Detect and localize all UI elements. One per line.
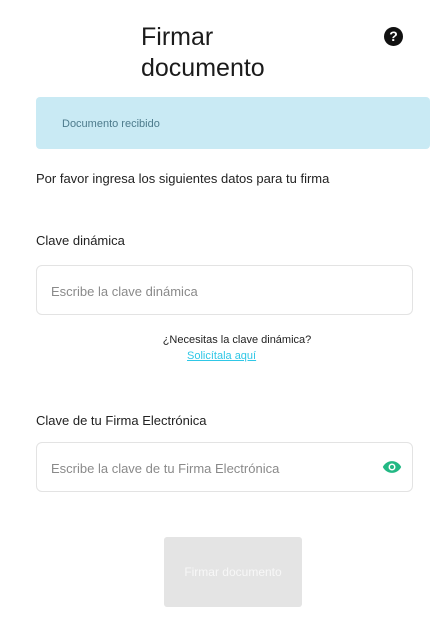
sign-document-button[interactable]: Firmar documento bbox=[164, 537, 302, 607]
intro-text: Por favor ingresa los siguientes datos p… bbox=[36, 171, 330, 186]
request-key-link[interactable]: Solicítala aquí bbox=[187, 350, 256, 362]
dynamic-key-input[interactable] bbox=[49, 266, 373, 316]
dynamic-key-help: ¿Necesitas la clave dinámica? bbox=[162, 334, 312, 346]
signature-key-label: Clave de tu Firma Electrónica bbox=[36, 413, 207, 428]
question-circle-icon[interactable]: ? bbox=[384, 27, 403, 46]
dynamic-key-label: Clave dinámica bbox=[36, 233, 125, 248]
dynamic-key-field[interactable] bbox=[36, 265, 413, 316]
signature-key-field[interactable] bbox=[36, 442, 413, 493]
eye-icon[interactable] bbox=[382, 458, 402, 476]
page-title: Firmar documento bbox=[141, 23, 265, 82]
signature-key-input[interactable] bbox=[49, 443, 373, 493]
alert-message: Documento recibido bbox=[62, 118, 160, 130]
status-alert: Documento recibido bbox=[36, 97, 430, 149]
